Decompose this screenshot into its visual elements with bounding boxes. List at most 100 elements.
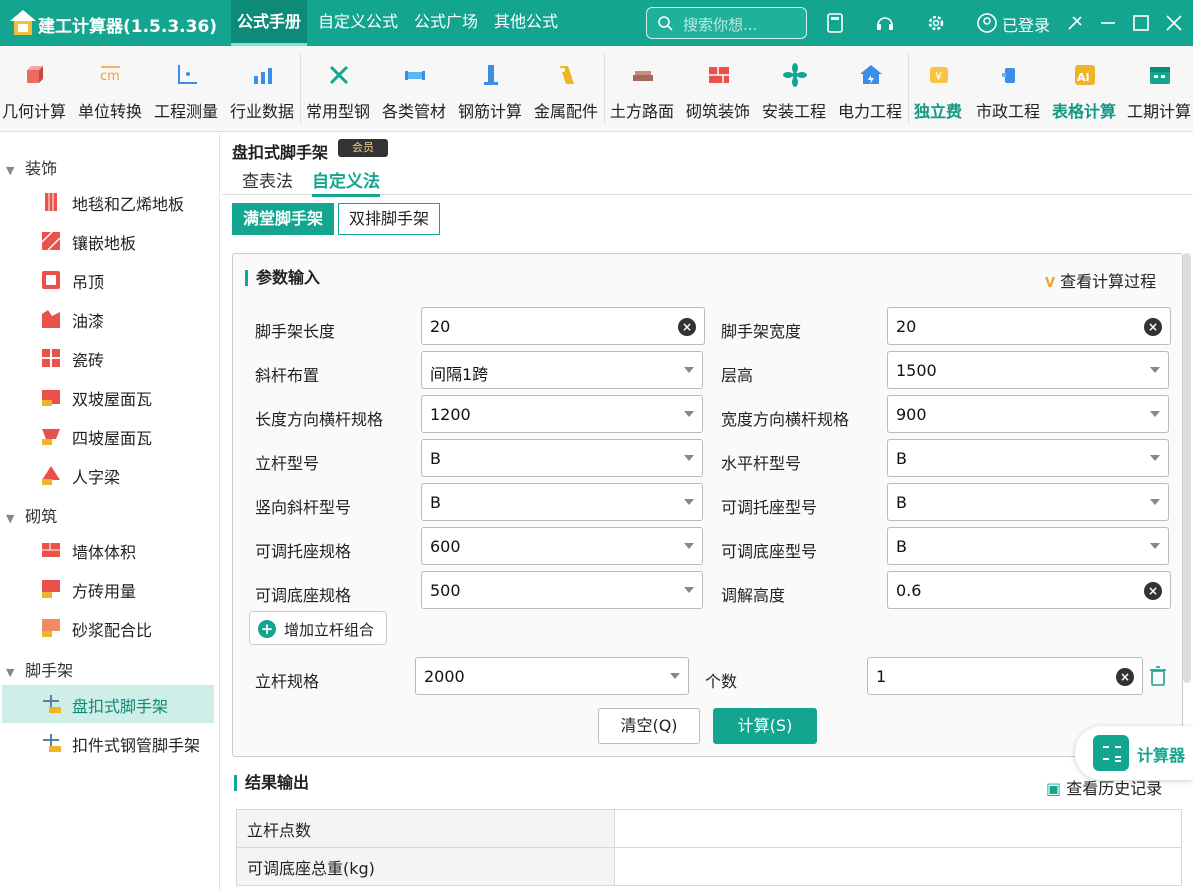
pin-icon[interactable] <box>1064 12 1086 34</box>
minimize-icon[interactable] <box>1097 12 1119 34</box>
pole-spec-select[interactable]: 2000 <box>415 657 689 695</box>
field-label: 脚手架宽度 <box>721 322 802 341</box>
dropdown-arrow-icon <box>670 673 680 679</box>
dropdown-arrow-icon <box>1150 367 1160 373</box>
ribbon-steel[interactable]: 常用型钢 <box>300 46 376 132</box>
ribbon-metal-parts[interactable]: 金属配件 <box>528 46 604 132</box>
clear-icon[interactable]: × <box>678 318 696 336</box>
ribbon-label: 市政工程 <box>975 102 1040 121</box>
base-jack-type-select[interactable]: B <box>887 527 1169 565</box>
ceiling-icon <box>42 271 60 289</box>
scaffold-width-input[interactable]: 20 × <box>887 307 1171 345</box>
cube-icon <box>27 66 43 83</box>
sidebar-item[interactable]: 扣件式钢管脚手架 <box>2 724 214 762</box>
ribbon-schedule[interactable]: 工期计算 <box>1121 46 1193 132</box>
sidebar-item[interactable]: 吊顶 <box>2 261 214 299</box>
count-input[interactable]: 1 × <box>867 657 1143 695</box>
diagonal-layout-select[interactable]: 间隔1跨 <box>421 351 703 389</box>
sidebar-group-decoration[interactable]: ▼ 装饰 <box>6 155 57 179</box>
sidebar-item[interactable]: 方砖用量 <box>2 570 214 608</box>
field-label: 竖向斜杆型号 <box>255 498 352 517</box>
sidebar-item[interactable]: 瓷砖 <box>2 339 214 377</box>
ribbon-label: 各类管材 <box>381 102 446 121</box>
width-ledger-select[interactable]: 900 <box>887 395 1169 433</box>
sidebar-item[interactable]: 油漆 <box>2 300 214 338</box>
clear-icon[interactable]: × <box>1116 668 1134 686</box>
ribbon-geometry[interactable]: 几何计算 <box>0 46 72 132</box>
sidebar-item[interactable]: 双坡屋面瓦 <box>2 378 214 416</box>
ribbon-power[interactable]: 电力工程 <box>832 46 908 132</box>
vertical-diagonal-select[interactable]: B <box>421 483 703 521</box>
trash-icon[interactable] <box>1148 665 1168 687</box>
add-standard-combo-button[interactable]: + 增加立杆组合 <box>249 611 387 645</box>
dropdown-arrow-icon <box>684 587 694 593</box>
close-icon[interactable] <box>1163 12 1185 34</box>
ribbon-municipal[interactable]: 市政工程 <box>970 46 1046 132</box>
nav-formula-manual[interactable]: 公式手册 <box>231 0 308 46</box>
field-value: 间隔1跨 <box>430 365 489 384</box>
sidebar-item[interactable]: 镶嵌地板 <box>2 222 214 260</box>
segment-full-scaffold[interactable]: 满堂脚手架 <box>232 203 335 235</box>
nav-formula-square[interactable]: 公式广场 <box>408 0 484 46</box>
sidebar-item-label: 扣件式钢管脚手架 <box>72 736 201 755</box>
wall-icon <box>42 543 60 557</box>
parquet-icon <box>41 231 61 251</box>
gear-icon[interactable] <box>925 12 947 34</box>
user-icon[interactable] <box>976 12 998 34</box>
history-button[interactable]: ▣ 查看历史记录 <box>1046 775 1162 799</box>
ribbon-installation[interactable]: 安装工程 <box>756 46 832 132</box>
maximize-icon[interactable] <box>1130 12 1152 34</box>
sidebar-item[interactable]: 盘扣式脚手架 <box>2 685 214 723</box>
field-label: 层高 <box>721 366 754 385</box>
tab-lookup[interactable]: 查表法 <box>242 167 293 192</box>
field-value: B <box>896 493 907 512</box>
power-house-icon <box>860 65 882 84</box>
length-ledger-select[interactable]: 1200 <box>421 395 703 433</box>
standard-type-select[interactable]: B <box>421 439 703 477</box>
nav-custom-formula[interactable]: 自定义公式 <box>312 0 404 46</box>
sidebar-group-masonry[interactable]: ▼ 砌筑 <box>6 503 57 527</box>
ribbon-masonry[interactable]: 砌筑装饰 <box>680 46 756 132</box>
ribbon-unit-convert[interactable]: cm 单位转换 <box>72 46 148 132</box>
adjust-height-input[interactable]: 0.6 × <box>887 571 1171 609</box>
fan-icon <box>783 63 807 87</box>
floor-height-select[interactable]: 1500 <box>887 351 1169 389</box>
ribbon-pipes[interactable]: 各类管材 <box>376 46 452 132</box>
base-jack-spec-select[interactable]: 500 <box>421 571 703 609</box>
road-icon <box>633 71 653 81</box>
calculate-button[interactable]: 计算(S) <box>713 708 817 744</box>
group-label: 脚手架 <box>25 661 74 680</box>
clear-icon[interactable]: × <box>1144 318 1162 336</box>
headset-icon[interactable] <box>874 12 896 34</box>
tile-icon <box>42 349 60 367</box>
sidebar-item[interactable]: 地毯和乙烯地板 <box>2 183 214 221</box>
sidebar-item[interactable]: 四坡屋面瓦 <box>2 417 214 455</box>
top-jack-spec-select[interactable]: 600 <box>421 527 703 565</box>
view-process-link[interactable]: V 查看计算过程 <box>1045 268 1156 292</box>
clear-icon[interactable]: × <box>1144 582 1162 600</box>
sidebar-item[interactable]: 人字梁 <box>2 456 214 494</box>
tab-custom[interactable]: 自定义法 <box>312 167 380 197</box>
clear-button[interactable]: 清空(Q) <box>598 708 700 744</box>
horizontal-type-select[interactable]: B <box>887 439 1169 477</box>
ribbon-survey[interactable]: 工程测量 <box>148 46 224 132</box>
ribbon-table-calc[interactable]: AI 表格计算 <box>1046 46 1122 132</box>
nav-other-formula[interactable]: 其他公式 <box>488 0 564 46</box>
ribbon-earthwork[interactable]: 土方路面 <box>604 46 680 132</box>
calculator-icon[interactable] <box>824 12 846 34</box>
scrollbar[interactable] <box>1183 253 1191 683</box>
sidebar-group-scaffold[interactable]: ▼ 脚手架 <box>6 657 73 681</box>
sidebar-item[interactable]: 墙体体积 <box>2 531 214 569</box>
ribbon-industry-data[interactable]: 行业数据 <box>224 46 300 132</box>
scaffold-length-input[interactable]: 20 × <box>421 307 705 345</box>
segment-double-row[interactable]: 双排脚手架 <box>338 203 441 235</box>
ribbon-independent-fee[interactable]: ¥ 独立费 <box>900 46 976 132</box>
ribbon-rebar[interactable]: 钢筋计算 <box>452 46 528 132</box>
chevron-down-icon: ▼ <box>6 666 15 679</box>
dropdown-arrow-icon <box>684 455 694 461</box>
top-jack-type-select[interactable]: B <box>887 483 1169 521</box>
search-input[interactable]: 搜索你想... <box>646 7 807 39</box>
floating-calculator-button[interactable]: 计算器 <box>1075 726 1193 780</box>
sidebar-item[interactable]: 砂浆配合比 <box>2 609 214 647</box>
login-status[interactable]: 已登录 <box>1002 12 1050 36</box>
